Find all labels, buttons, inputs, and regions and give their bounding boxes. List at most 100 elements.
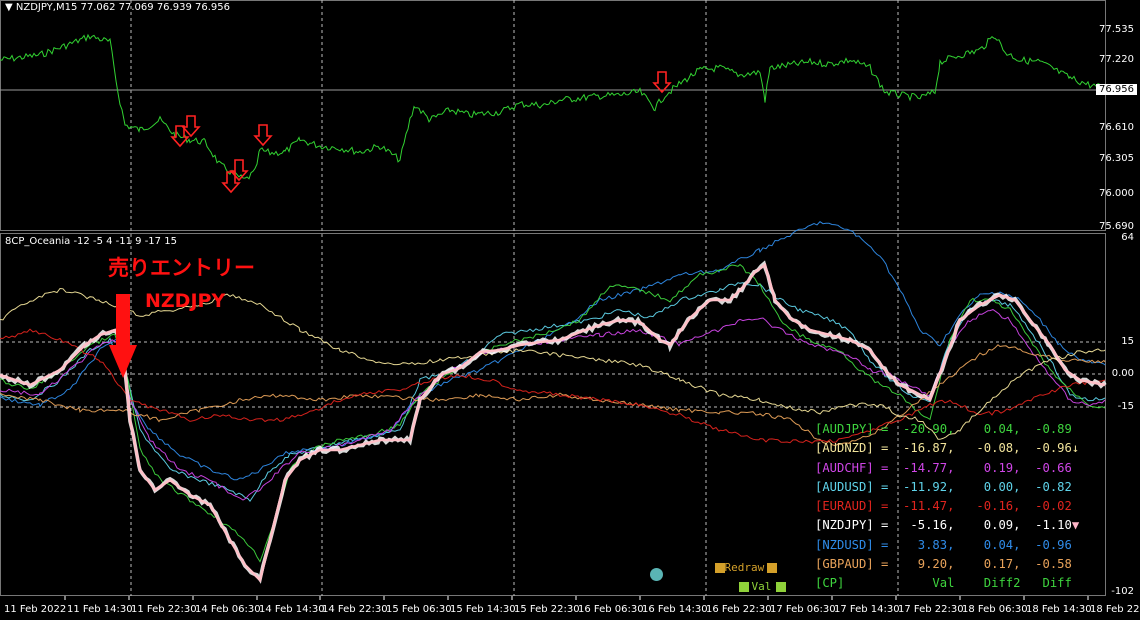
sell-arrow-icon	[253, 124, 273, 147]
x-tick-label: 16 Feb 14:30	[642, 604, 708, 615]
x-tick-label: 17 Feb 14:30	[834, 604, 900, 615]
upper-chart-title: ▼ NZDJPY,M15 77.062 77.069 76.939 76.956	[5, 2, 230, 13]
x-tick-label: 15 Feb 22:30	[514, 604, 580, 615]
val-legend[interactable]: Val	[712, 567, 787, 606]
sell-arrow-icon	[181, 115, 201, 138]
upper-y-tick: 77.535	[1099, 24, 1134, 35]
lower-y-tick: 64	[1121, 232, 1134, 243]
table-row: [AUDJPY] = -20.90, 0.04, -0.89	[815, 420, 1079, 439]
table-pair-name: [EURAUD]	[815, 499, 874, 514]
sell-arrow-icon	[221, 171, 241, 194]
table-separator: =	[873, 441, 896, 456]
x-tick-label: 15 Feb 14:30	[450, 604, 516, 615]
footer-diff: Diff	[1020, 576, 1072, 591]
table-diff: -1.10	[1020, 518, 1072, 533]
table-separator: =	[873, 460, 896, 475]
table-pair-name: [AUDNZD]	[815, 441, 874, 456]
footer-cp: [CP]	[815, 576, 896, 591]
table-diff2: 0.19,	[954, 460, 1021, 475]
table-pair-name: [AUDUSD]	[815, 479, 874, 494]
x-tick-label: 17 Feb 22:30	[898, 604, 964, 615]
table-row: [AUDUSD] = -11.92, 0.00, -0.82	[815, 478, 1079, 497]
x-tick-label: 18 Feb 06:30	[962, 604, 1028, 615]
table-pair-name: [AUDCHF]	[815, 460, 874, 475]
table-diff2: 0.09,	[954, 518, 1021, 533]
table-separator: =	[873, 557, 896, 572]
table-diff: -0.58	[1020, 557, 1072, 572]
sell-entry-symbol: NZDJPY	[145, 290, 226, 312]
upper-y-tick: 75.690	[1099, 221, 1134, 232]
table-val: -11.47,	[895, 499, 955, 514]
x-tick-label: 14 Feb 22:30	[322, 604, 388, 615]
current-price-label: 76.956	[1096, 84, 1137, 95]
x-tick-label: 11 Feb 22:30	[131, 604, 197, 615]
table-diff2: -0.08,	[954, 441, 1021, 456]
indicator-title: 8CP_Oceania -12 -5 4 -11 9 -17 15	[5, 236, 177, 247]
table-pair-name: [AUDJPY]	[815, 422, 874, 436]
val-swatch-icon	[738, 582, 749, 592]
table-footer: [CP] Val Diff2 Diff	[815, 574, 1079, 593]
x-tick-label: 15 Feb 06:30	[386, 604, 452, 615]
table-separator: =	[873, 422, 896, 436]
table-diff2: 0.17,	[954, 557, 1021, 572]
upper-y-tick: 77.220	[1099, 54, 1134, 65]
down-triangle-icon: ▼	[1071, 518, 1080, 533]
table-separator: =	[873, 479, 896, 494]
x-tick-label: 11 Feb 14:30	[67, 604, 133, 615]
table-val: -16.87,	[895, 441, 955, 456]
x-tick-label: 18 Feb 22:30	[1090, 604, 1140, 615]
table-row: [AUDNZD] = -16.87, -0.08, -0.96↓	[815, 439, 1079, 458]
footer-diff2: Diff2	[954, 576, 1021, 591]
lower-y-tick: 15	[1121, 336, 1134, 347]
val-swatch-icon-right	[776, 582, 787, 592]
table-val: -5.16,	[895, 518, 955, 533]
price-series-line	[0, 33, 1106, 180]
upper-y-tick: 76.000	[1099, 188, 1134, 199]
table-separator: =	[873, 499, 896, 514]
table-diff2: 0.00,	[954, 479, 1021, 494]
x-tick-label: 16 Feb 06:30	[578, 604, 644, 615]
table-row: [NZDJPY] = -5.16, 0.09, -1.10▼	[815, 516, 1079, 535]
table-row: [EURAUD] = -11.47, -0.16, -0.02	[815, 497, 1079, 516]
lower-y-tick: -15	[1117, 401, 1134, 412]
table-pair-name: [GBPAUD]	[815, 557, 874, 572]
lower-y-tick: -102	[1111, 586, 1134, 597]
x-tick-label: 18 Feb 14:30	[1026, 604, 1092, 615]
table-diff: -0.96	[1020, 441, 1072, 456]
upper-y-tick: 76.305	[1099, 153, 1134, 164]
table-separator: =	[873, 518, 896, 533]
table-row: [AUDCHF] = -14.77, 0.19, -0.66	[815, 459, 1079, 478]
dropdown-triangle-icon[interactable]: ▼	[5, 2, 16, 13]
currency-strength-table: [AUDJPY] = -20.90, 0.04, -0.89 [AUDNZD] =…	[815, 420, 1079, 594]
x-tick-label: 14 Feb 14:30	[259, 604, 325, 615]
upper-panel-frame	[0, 0, 1106, 231]
table-diff2: -0.16,	[954, 499, 1021, 514]
sell-arrow-icon	[652, 71, 672, 94]
table-row: [NZDUSD] = 3.83, 0.04, -0.96	[815, 536, 1079, 555]
sell-entry-annotation: 売りエントリー	[108, 256, 255, 280]
table-diff: -0.66	[1020, 460, 1072, 475]
x-tick-label: 14 Feb 06:30	[195, 604, 261, 615]
table-diff: -0.82	[1020, 479, 1072, 494]
status-circle-icon[interactable]	[650, 568, 663, 581]
table-row: [GBPAUD] = 9.20, 0.17, -0.58	[815, 555, 1079, 574]
x-tick-label: 11 Feb 2022	[4, 604, 67, 615]
table-diff2: 0.04,	[954, 537, 1021, 552]
table-pair-name: [NZDUSD]	[815, 537, 874, 552]
table-diff2: 0.04,	[954, 422, 1021, 436]
table-separator: =	[873, 537, 896, 552]
table-diff: -0.96	[1020, 537, 1072, 552]
table-val: -20.90,	[895, 422, 955, 436]
table-val: 9.20,	[895, 557, 955, 572]
table-val: -11.92,	[895, 479, 955, 494]
table-val: 3.83,	[895, 537, 955, 552]
footer-val: Val	[895, 576, 955, 591]
upper-y-tick: 76.610	[1099, 122, 1134, 133]
down-arrow-icon: ↓	[1071, 441, 1080, 456]
table-diff: -0.89	[1020, 422, 1072, 436]
mt4-chart-window: ▼ NZDJPY,M15 77.062 77.069 76.939 76.956…	[0, 0, 1140, 616]
table-val: -14.77,	[895, 460, 955, 475]
table-pair-name: [NZDJPY]	[815, 518, 874, 533]
lower-y-tick: 0.00	[1111, 368, 1134, 379]
table-diff: -0.02	[1020, 499, 1072, 514]
